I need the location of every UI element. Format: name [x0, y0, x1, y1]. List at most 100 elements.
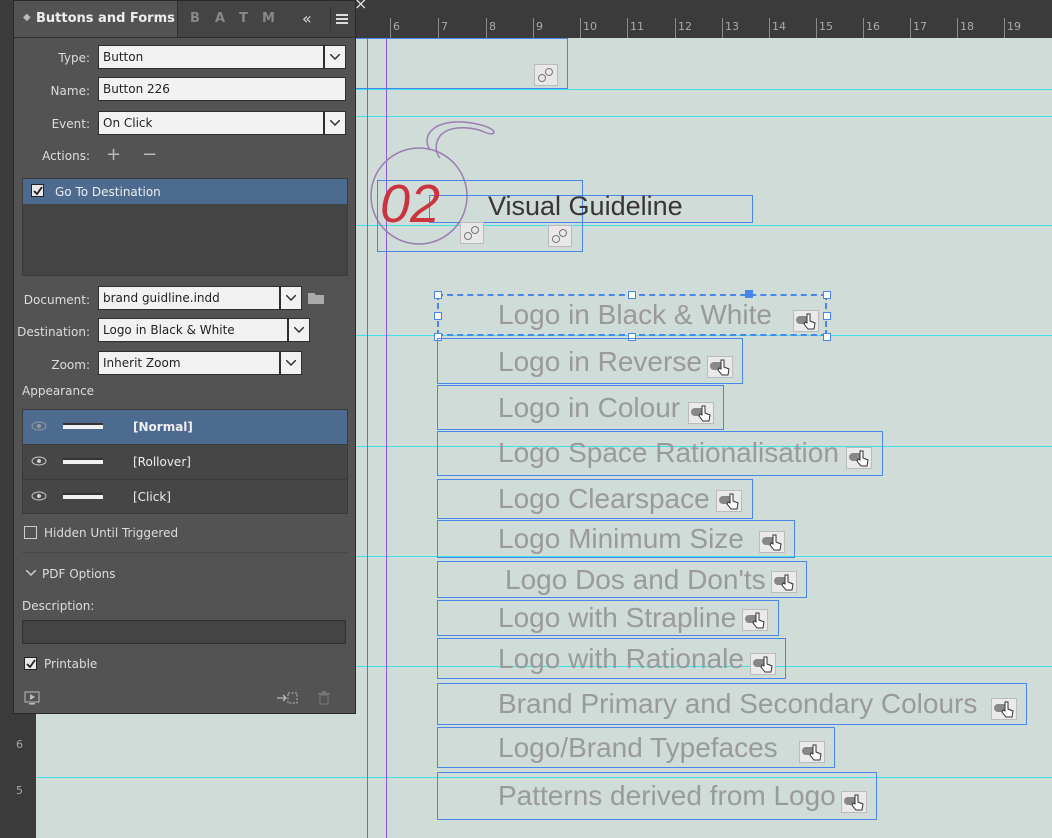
- ruler-label: 10: [583, 20, 597, 33]
- state-name: [Click]: [133, 490, 171, 504]
- link-dots-icon: [460, 222, 484, 244]
- chevron-down-icon[interactable]: [280, 286, 302, 310]
- selection-handle[interactable]: [434, 291, 442, 299]
- chevron-down-icon[interactable]: [280, 351, 302, 375]
- zoom-select[interactable]: Inherit Zoom: [98, 351, 280, 375]
- ruler-tick: [580, 18, 581, 38]
- ruler-label: 19: [1007, 20, 1021, 33]
- close-icon[interactable]: ×: [354, 0, 367, 13]
- destination-select[interactable]: Logo in Black & White: [98, 318, 288, 342]
- selection-handle[interactable]: [628, 291, 636, 299]
- hand-pointer-icon: [707, 356, 733, 378]
- actions-list[interactable]: Go To Destination: [22, 178, 348, 276]
- name-input[interactable]: Button 226: [98, 77, 346, 101]
- button-label: Logo/Brand Typefaces: [498, 732, 778, 763]
- ruler-label: 9: [536, 20, 543, 33]
- ruler-label: 6: [393, 20, 400, 33]
- tab-buttons-and-forms[interactable]: ◆ Buttons and Forms: [14, 1, 178, 37]
- collapse-toggle-icon[interactable]: ◆: [23, 12, 31, 23]
- ruler-label: 15: [819, 20, 833, 33]
- ruler-tick: [533, 18, 534, 38]
- tab-a[interactable]: A: [215, 11, 225, 26]
- tab-b[interactable]: B: [190, 11, 200, 26]
- button-label: Logo in Reverse: [498, 346, 702, 377]
- document-select[interactable]: brand guidline.indd: [98, 286, 280, 310]
- ruler-tick: [438, 18, 439, 38]
- description-label: Description:: [22, 599, 95, 613]
- chevron-down-icon[interactable]: [324, 111, 346, 135]
- destination-label: Destination:: [17, 325, 90, 339]
- selection-handle[interactable]: [823, 291, 831, 299]
- ruler-label: 5: [16, 784, 23, 797]
- button-label: Logo with Strapline: [498, 602, 737, 633]
- ruler-label: 16: [866, 20, 880, 33]
- hand-pointer-icon: [841, 791, 867, 813]
- appearance-state-click[interactable]: [Click]: [23, 480, 347, 514]
- panel-tab-bar: ◆ Buttons and Forms B A T M «: [14, 1, 355, 38]
- event-select[interactable]: On Click: [98, 111, 324, 135]
- section-number: 02: [380, 174, 441, 234]
- printable-checkbox[interactable]: [24, 657, 37, 670]
- appearance-state-rollover[interactable]: [Rollover]: [23, 445, 347, 480]
- selection-handle[interactable]: [745, 290, 753, 298]
- description-input[interactable]: [22, 620, 346, 644]
- ruler-tick: [627, 18, 628, 38]
- selection-handle[interactable]: [823, 312, 831, 320]
- button-label: Patterns derived from Logo: [498, 780, 836, 811]
- tab-m[interactable]: M: [262, 11, 275, 26]
- chevron-down-icon[interactable]: [324, 45, 346, 69]
- button-label: Logo Minimum Size: [498, 523, 744, 554]
- button-label: Logo Dos and Don'ts: [505, 564, 766, 595]
- trash-icon[interactable]: [317, 691, 331, 705]
- chevron-down-icon[interactable]: [288, 318, 310, 342]
- ruler-label: 18: [960, 20, 974, 33]
- state-name: [Normal]: [133, 420, 193, 434]
- chevron-down-icon[interactable]: [26, 570, 36, 576]
- ruler-tick: [910, 18, 911, 38]
- eye-icon[interactable]: [31, 421, 47, 431]
- hand-pointer-icon: [742, 609, 768, 631]
- hand-pointer-icon: [846, 447, 872, 469]
- eye-icon[interactable]: [31, 456, 47, 466]
- tab-divider: [330, 7, 331, 31]
- hand-pointer-icon: [750, 653, 776, 675]
- folder-icon[interactable]: [307, 291, 325, 305]
- hand-pointer-icon: [771, 571, 797, 593]
- add-action-icon[interactable]: +: [106, 144, 121, 165]
- appearance-state-normal[interactable]: [Normal]: [23, 410, 347, 445]
- panel-menu-icon[interactable]: [336, 14, 348, 24]
- remove-action-icon[interactable]: −: [142, 144, 157, 165]
- hand-pointer-icon: [716, 490, 742, 512]
- pdf-options-toggle[interactable]: PDF Options: [42, 567, 116, 581]
- selection-handle[interactable]: [823, 333, 831, 341]
- ruler-label: 11: [630, 20, 644, 33]
- zoom-label: Zoom:: [51, 358, 90, 372]
- link-dots-icon: [534, 64, 558, 86]
- convert-to-object-icon[interactable]: [276, 691, 298, 705]
- ruler-label: 7: [441, 20, 448, 33]
- ruler-label: 8: [489, 20, 496, 33]
- button-label: Brand Primary and Secondary Colours: [498, 688, 978, 719]
- hand-pointer-icon: [793, 310, 819, 332]
- state-name: [Rollover]: [133, 455, 191, 469]
- button-label: Logo Clearspace: [498, 483, 710, 514]
- hand-pointer-icon: [688, 402, 714, 424]
- appearance-label: Appearance: [22, 384, 95, 398]
- ruler-tick: [1004, 18, 1005, 38]
- ruler-tick: [816, 18, 817, 38]
- type-select[interactable]: Button: [98, 45, 324, 69]
- tab-t[interactable]: T: [239, 11, 248, 26]
- action-item[interactable]: Go To Destination: [23, 179, 347, 204]
- eye-icon[interactable]: [31, 491, 47, 501]
- preview-icon[interactable]: [24, 691, 40, 705]
- ruler-label: 17: [913, 20, 927, 33]
- appearance-list[interactable]: [Normal] [Rollover] [Click]: [22, 409, 348, 514]
- hidden-until-triggered-checkbox[interactable]: [24, 526, 37, 539]
- actions-label: Actions:: [42, 149, 90, 163]
- action-enabled-checkbox[interactable]: [31, 184, 44, 197]
- collapse-panel-icon[interactable]: «: [302, 9, 312, 28]
- selection-handle[interactable]: [434, 312, 442, 320]
- button-label: Logo in Black & White: [498, 299, 772, 330]
- ruler-label: 13: [725, 20, 739, 33]
- printable-label: Printable: [44, 657, 98, 671]
